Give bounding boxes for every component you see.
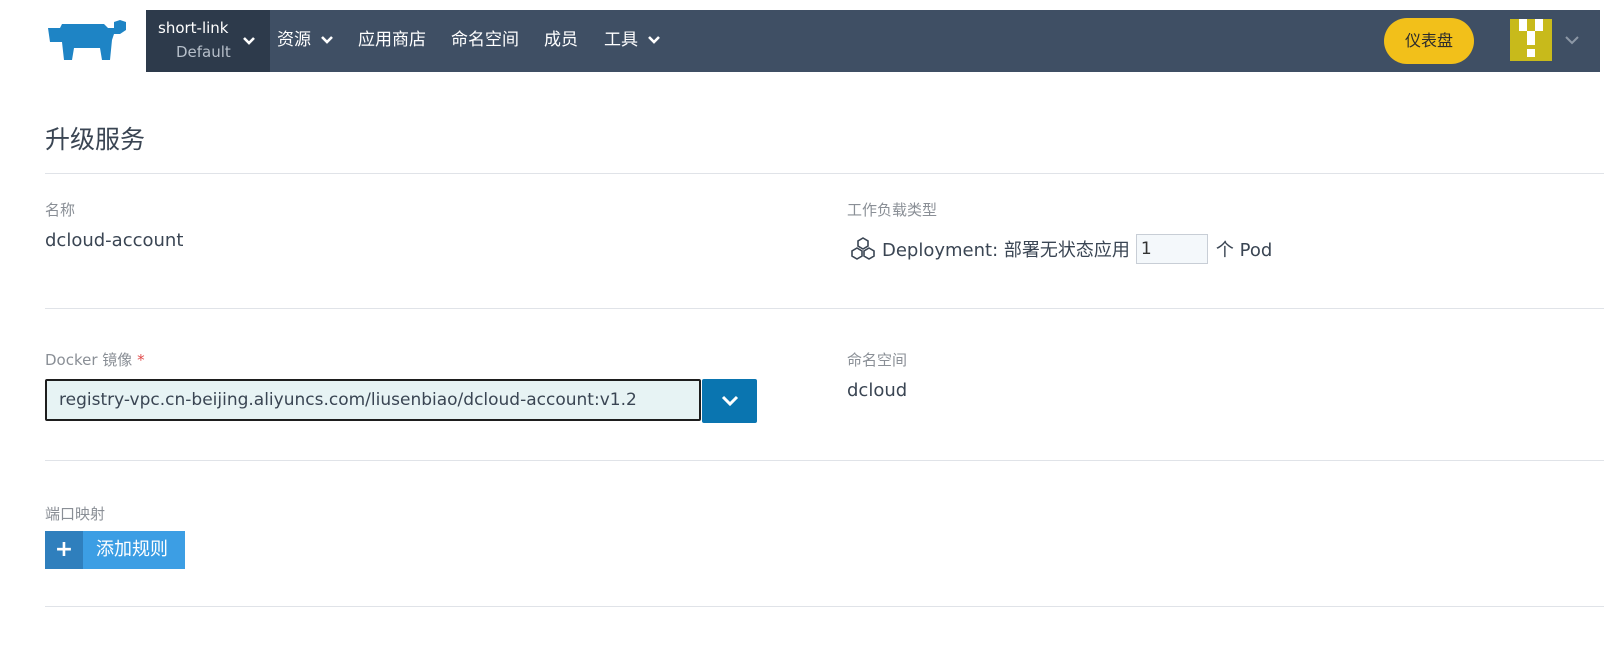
- nav-namespaces[interactable]: 命名空间: [451, 10, 519, 72]
- divider: [45, 460, 1604, 461]
- docker-image-label-text: Docker 镜像: [45, 351, 133, 369]
- project-switcher[interactable]: short-link Default: [146, 10, 270, 72]
- docker-image-label: Docker 镜像 *: [45, 349, 145, 370]
- nav-catalog-label: 应用商店: [358, 30, 426, 50]
- nav-namespaces-label: 命名空间: [451, 30, 519, 50]
- user-avatar-icon[interactable]: [1510, 19, 1552, 61]
- workload-type-label: 工作负载类型: [847, 201, 938, 219]
- page-title: 升级服务: [45, 125, 146, 154]
- nav-catalog[interactable]: 应用商店: [358, 10, 426, 72]
- required-mark: *: [137, 351, 145, 369]
- image-dropdown-button[interactable]: [702, 379, 757, 423]
- nav-tools[interactable]: 工具: [604, 10, 661, 72]
- port-mapping-label: 端口映射: [45, 505, 106, 523]
- chevron-down-icon[interactable]: [1564, 35, 1580, 45]
- workload-type-row: Deployment: 部署无状态应用 1 个 Pod: [850, 234, 1272, 264]
- pod-unit-label: 个 Pod: [1215, 240, 1273, 261]
- add-rule-label: 添加规则: [96, 539, 168, 560]
- deployment-cube-icon: [851, 237, 875, 260]
- nav-resources[interactable]: 资源: [277, 10, 334, 72]
- chevron-down-icon: [648, 36, 661, 44]
- name-label: 名称: [45, 201, 76, 219]
- top-navbar: short-link Default 资源 应用商店 命名空间 成员 工具 仪表…: [146, 10, 1600, 72]
- docker-image-input[interactable]: registry-vpc.cn-beijing.aliyuncs.com/liu…: [45, 379, 701, 421]
- project-name: short-link: [158, 19, 229, 37]
- name-value: dcloud-account: [45, 230, 184, 251]
- chevron-down-icon: [243, 37, 255, 45]
- nav-resources-label: 资源: [277, 30, 311, 50]
- divider: [45, 173, 1604, 174]
- pod-scale-input[interactable]: 1: [1135, 234, 1208, 264]
- nav-tools-label: 工具: [604, 30, 638, 50]
- divider: [45, 308, 1604, 309]
- plus-icon: +: [45, 531, 83, 569]
- dashboard-button[interactable]: 仪表盘: [1384, 18, 1474, 64]
- namespace-value: dcloud: [847, 380, 908, 401]
- nav-members[interactable]: 成员: [544, 10, 578, 72]
- chevron-down-icon: [321, 36, 334, 44]
- rancher-logo-icon[interactable]: [44, 18, 130, 62]
- workload-type-value: Deployment: 部署无状态应用: [882, 240, 1130, 261]
- add-rule-button[interactable]: + 添加规则: [45, 531, 185, 569]
- chevron-down-icon: [721, 395, 738, 407]
- nav-members-label: 成员: [544, 30, 578, 50]
- namespace-label: 命名空间: [847, 351, 908, 369]
- divider: [45, 606, 1604, 607]
